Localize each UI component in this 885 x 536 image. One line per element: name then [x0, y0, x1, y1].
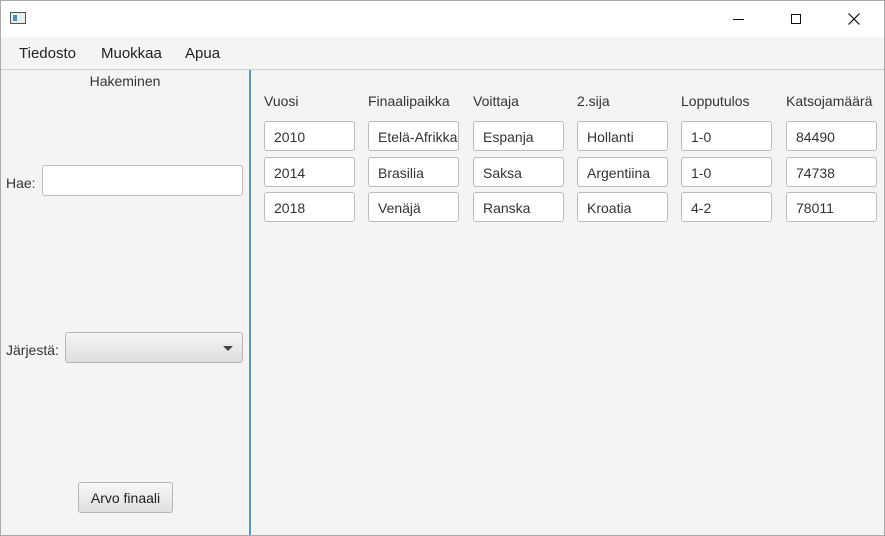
- cell-score[interactable]: 1-0: [681, 121, 772, 151]
- header-winner: Voittaja: [473, 93, 519, 109]
- sort-label: Järjestä:: [6, 342, 59, 358]
- minimize-icon: [732, 18, 744, 20]
- cell-score[interactable]: 4-2: [681, 192, 772, 222]
- cell-year[interactable]: 2014: [264, 157, 355, 187]
- close-icon: [848, 13, 860, 25]
- cell-runner-up[interactable]: Hollanti: [577, 121, 668, 151]
- cell-score[interactable]: 1-0: [681, 157, 772, 187]
- cell-winner[interactable]: Espanja: [473, 121, 564, 151]
- minimize-button[interactable]: [709, 2, 767, 36]
- draw-final-button[interactable]: Arvo finaali: [78, 482, 173, 513]
- menu-help[interactable]: Apua: [185, 45, 220, 62]
- maximize-icon: [791, 14, 801, 24]
- cell-runner-up[interactable]: Argentiina: [577, 157, 668, 187]
- app-window-icon: [10, 12, 26, 24]
- sort-dropdown[interactable]: [65, 332, 243, 363]
- header-year: Vuosi: [264, 93, 299, 109]
- cell-year[interactable]: 2018: [264, 192, 355, 222]
- panel-title: Hakeminen: [89, 73, 161, 89]
- cell-year[interactable]: 2010: [264, 121, 355, 151]
- cell-final-venue[interactable]: Venäjä: [368, 192, 459, 222]
- menu-edit[interactable]: Muokkaa: [101, 45, 162, 62]
- cell-runner-up[interactable]: Kroatia: [577, 192, 668, 222]
- maximize-button[interactable]: [767, 2, 825, 36]
- header-attendance: Katsojamäärä: [786, 93, 873, 109]
- results-panel: Vuosi Finaalipaikka Voittaja 2.sija Lopp…: [251, 70, 884, 535]
- cell-winner[interactable]: Ranska: [473, 192, 564, 222]
- cell-attendance[interactable]: 78011: [786, 192, 877, 222]
- search-input[interactable]: [42, 165, 243, 196]
- search-panel: Hakeminen Hae: Järjestä: Arvo finaali: [1, 70, 249, 535]
- menu-file[interactable]: Tiedosto: [19, 45, 76, 62]
- cell-final-venue[interactable]: Brasilia: [368, 157, 459, 187]
- header-score: Lopputulos: [681, 93, 750, 109]
- cell-winner[interactable]: Saksa: [473, 157, 564, 187]
- header-final-venue: Finaalipaikka: [368, 93, 450, 109]
- menu-bar: Tiedosto Muokkaa Apua: [1, 37, 884, 70]
- cell-attendance[interactable]: 74738: [786, 157, 877, 187]
- close-button[interactable]: [825, 2, 883, 36]
- search-label: Hae:: [6, 175, 36, 191]
- cell-final-venue[interactable]: Etelä-Afrikka: [368, 121, 459, 151]
- chevron-down-icon: [223, 346, 233, 351]
- cell-attendance[interactable]: 84490: [786, 121, 877, 151]
- header-runner-up: 2.sija: [577, 93, 610, 109]
- title-bar: [1, 1, 884, 37]
